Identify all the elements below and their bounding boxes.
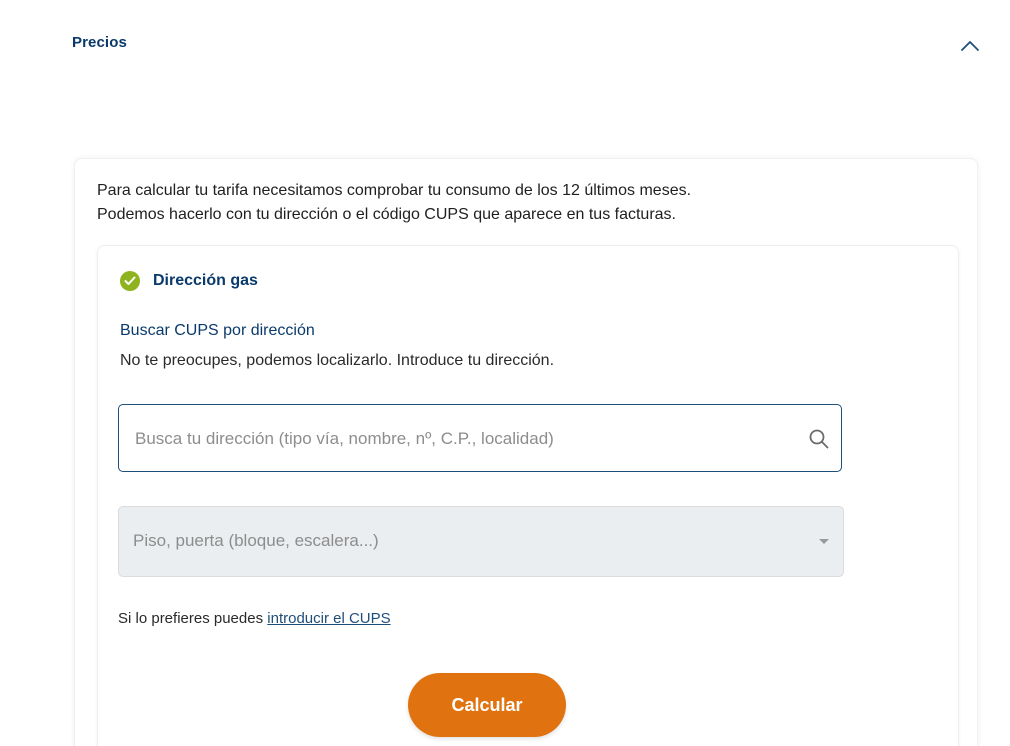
section-title: Precios [72,34,127,51]
search-help-text: No te preocupes, podemos localizarlo. In… [120,352,555,369]
address-search-input[interactable] [133,405,787,472]
step-header: Dirección gas [120,270,258,292]
cups-alternative-text: Si lo prefieres puedes introducir el CUP… [118,610,391,627]
chevron-up-icon[interactable] [956,34,984,58]
tariff-calculator-card: Para calcular tu tarifa necesitamos comp… [74,158,978,746]
search-heading: Buscar CUPS por dirección [120,322,315,339]
floor-door-select[interactable]: Piso, puerta (bloque, escalera...) [118,506,844,577]
intro-line-1: Para calcular tu tarifa necesitamos comp… [97,182,692,199]
cups-prefix: Si lo prefieres puedes [118,610,268,627]
caret-down-icon [819,539,829,544]
search-icon[interactable] [807,427,831,451]
check-circle-icon [120,271,140,291]
page: Precios Para calcular tu tarifa necesita… [0,0,1010,746]
address-search-card: Dirección gas Buscar CUPS por dirección … [97,245,959,746]
intro-text: Para calcular tu tarifa necesitamos comp… [97,179,957,227]
enter-cups-link[interactable]: introducir el CUPS [267,610,390,627]
intro-line-2: Podemos hacerlo con tu dirección o el có… [97,206,676,223]
step-title: Dirección gas [153,272,258,289]
calculate-button[interactable]: Calcular [408,673,566,737]
address-search-field [118,404,842,472]
prices-section-header[interactable]: Precios [72,34,984,58]
floor-door-placeholder: Piso, puerta (bloque, escalera...) [133,531,379,550]
